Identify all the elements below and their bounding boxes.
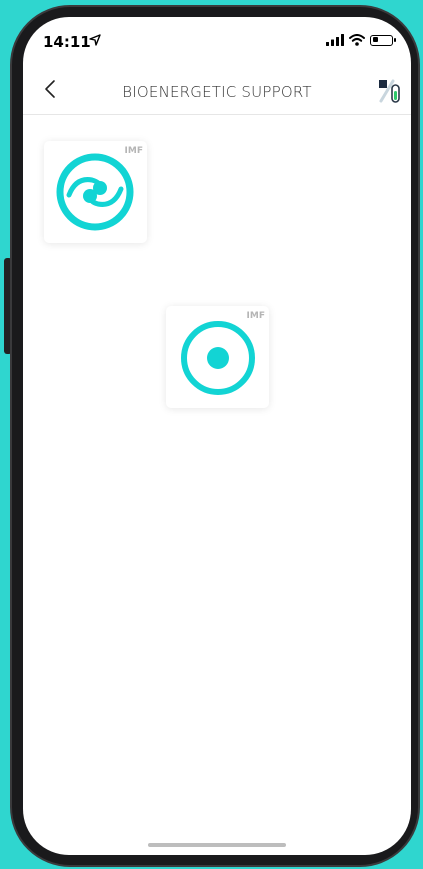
battery-level xyxy=(372,37,378,42)
wifi-icon xyxy=(349,34,365,46)
status-time: 14:11 xyxy=(43,33,91,51)
status-icons xyxy=(326,34,396,46)
target-dot-icon xyxy=(181,321,255,395)
signal-icon xyxy=(326,34,344,46)
swirl-circle-icon xyxy=(56,153,134,231)
app-logo-icon[interactable] xyxy=(377,77,401,103)
location-arrow-icon xyxy=(89,34,101,46)
battery-icon xyxy=(370,34,396,46)
status-bar: 14:11 xyxy=(23,17,411,61)
program-card-1[interactable]: IMF xyxy=(44,141,147,243)
nav-bar: BIOENERGETIC SUPPORT xyxy=(23,61,411,115)
page-title: BIOENERGETIC SUPPORT xyxy=(122,83,312,101)
phone-screen: 14:11 BIOENERGETIC SUPPORT IMF IMF xyxy=(23,17,411,855)
program-card-2[interactable]: IMF xyxy=(166,306,269,408)
home-indicator[interactable] xyxy=(148,843,286,847)
